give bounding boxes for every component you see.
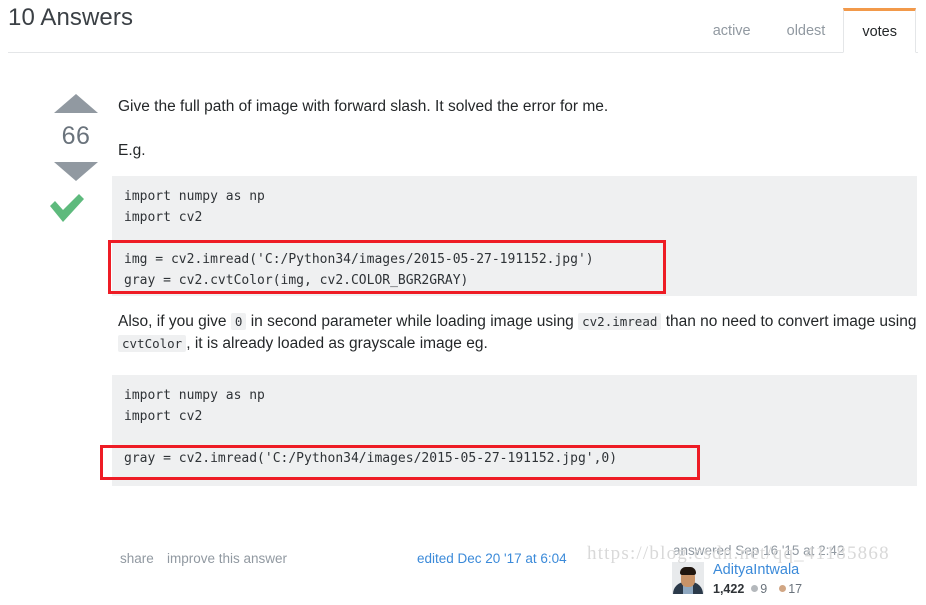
code-block-1: import numpy as np import cv2 img = cv2.… [112,176,917,296]
avatar-hair [680,567,696,575]
silver-badge-group[interactable]: 9 [751,582,772,596]
user-row: AdityaIntwala 1,422 9 17 [672,562,922,596]
answer-paragraph-1: Give the full path of image with forward… [118,98,609,115]
silver-badge-icon [751,585,759,593]
paragraph-3-text-4: , it is already loaded as grayscale imag… [186,335,488,352]
tab-votes[interactable]: votes [843,8,916,53]
inline-code-imread: cv2.imread [578,313,662,330]
answers-header: 10 Answers active oldest votes [0,0,926,54]
silver-badge-count: 9 [760,581,768,596]
answer-paragraph-3: Also, if you give 0 in second parameter … [118,311,924,355]
sort-tabs: active oldest votes [695,8,916,53]
tab-active[interactable]: active [695,8,769,53]
inline-code-cvtcolor: cvtColor [118,335,187,352]
bronze-badge-icon [779,585,787,593]
vote-count: 66 [61,122,91,150]
bronze-badge-count: 17 [788,581,803,596]
answer-paragraph-2: E.g. [118,142,146,159]
improve-answer-link[interactable]: improve this answer [167,551,287,566]
bronze-badge-group[interactable]: 17 [779,582,807,596]
answer-footer: share improve this answer edited Dec 20 … [112,495,918,605]
tab-oldest[interactable]: oldest [769,8,844,53]
inline-code-zero: 0 [230,313,247,330]
answered-timestamp: answered Sep 16 '15 at 2:42 [673,543,845,558]
checkmark-icon [50,194,84,222]
code-block-2: import numpy as np import cv2 gray = cv2… [112,375,917,486]
paragraph-3-text-1: Also, if you give [118,313,231,330]
paragraph-3-text-2: in second parameter while loading image … [246,313,579,330]
share-link[interactable]: share [120,551,154,566]
arrow-down-icon[interactable] [54,162,98,181]
paragraph-3-text-3: than no need to convert image using [661,313,917,330]
user-reputation-line: 1,422 9 17 [713,582,807,596]
vote-cell: 66 [46,94,106,225]
user-card: answered Sep 16 '15 at 2:42 AdityaIntwal… [672,543,922,596]
reputation-score: 1,422 [713,581,745,596]
user-meta: AdityaIntwala 1,422 9 17 [713,562,807,596]
avatar[interactable] [672,562,704,594]
user-name-link[interactable]: AdityaIntwala [713,562,807,579]
arrow-up-icon[interactable] [54,94,98,113]
page-title: 10 Answers [8,4,134,31]
edited-timestamp-link[interactable]: edited Dec 20 '17 at 6:04 [417,551,567,566]
